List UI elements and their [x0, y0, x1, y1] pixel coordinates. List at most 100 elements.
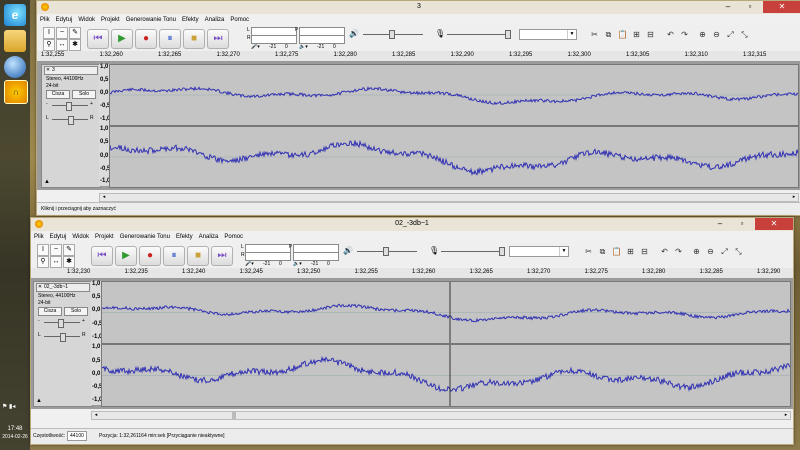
play-meter-right[interactable]	[293, 252, 339, 261]
menu-project[interactable]: Projekt	[92, 232, 117, 242]
mic-meter-icon[interactable]: 🎤▾	[251, 44, 260, 50]
draw-tool-icon[interactable]: ✎	[69, 27, 81, 39]
record-button[interactable]: ●	[135, 29, 157, 49]
menu-analyze[interactable]: Analiza	[196, 232, 222, 242]
menu-file[interactable]: Plik	[31, 232, 47, 242]
menu-file[interactable]: Plik	[37, 15, 53, 25]
zoom-tool-icon[interactable]: ⚲	[43, 39, 55, 51]
timeline-ruler[interactable]: 1:32,230 1:32,235 1:32,240 1:32,245 1:32,250…	[31, 268, 793, 279]
trim-icon[interactable]: ⊞	[625, 246, 636, 257]
fit-project-icon[interactable]: ⤡	[733, 246, 744, 257]
gain-slider-thumb[interactable]	[58, 319, 64, 328]
multi-tool-icon[interactable]: ✱	[63, 256, 75, 268]
speaker-meter-icon[interactable]: 🔈▾	[293, 261, 302, 267]
play-button[interactable]: ▶	[115, 246, 137, 266]
trim-icon[interactable]: ⊞	[631, 29, 642, 40]
scroll-right-icon[interactable]: ▸	[782, 412, 790, 419]
waveform-left-channel[interactable]	[109, 64, 799, 126]
zoom-out-icon[interactable]: ⊖	[705, 246, 716, 257]
track-name-menu[interactable]: ✕ 02_-3db~1	[36, 283, 90, 292]
project-rate-select[interactable]: 44100	[67, 431, 87, 441]
clock-time[interactable]: 17:48	[2, 426, 28, 432]
play-meter-right[interactable]	[299, 35, 345, 44]
undo-icon[interactable]: ↶	[659, 246, 670, 257]
track-close-icon[interactable]: ✕	[45, 67, 51, 74]
maximize-button[interactable]: ▫	[739, 1, 761, 13]
track-close-icon[interactable]: ✕	[37, 284, 43, 291]
speaker-meter-icon[interactable]: 🔈▾	[299, 44, 308, 50]
cut-icon[interactable]: ✂	[583, 246, 594, 257]
minimize-button[interactable]: –	[717, 1, 739, 13]
input-source-select[interactable]: ▼	[509, 246, 569, 257]
pan-slider-thumb[interactable]	[60, 333, 66, 342]
close-button[interactable]: ✕	[763, 1, 800, 13]
scroll-right-icon[interactable]: ▸	[790, 194, 798, 201]
stop-button[interactable]: ■	[187, 246, 209, 266]
envelope-tool-icon[interactable]: ~	[56, 27, 68, 39]
envelope-tool-icon[interactable]: ~	[50, 244, 62, 256]
horizontal-scrollbar[interactable]: ◂ ▸	[91, 411, 791, 420]
draw-tool-icon[interactable]: ✎	[63, 244, 75, 256]
timeshift-tool-icon[interactable]: ↔	[50, 256, 62, 268]
collapse-icon[interactable]: ▲	[36, 398, 42, 404]
close-button[interactable]: ✕	[755, 218, 793, 230]
skip-end-button[interactable]: ⏭	[207, 29, 229, 49]
skip-end-button[interactable]: ⏭	[211, 246, 233, 266]
redo-icon[interactable]: ↷	[679, 29, 690, 40]
waveform-right-channel[interactable]	[101, 344, 791, 407]
waveform-right-channel[interactable]	[109, 126, 799, 188]
record-button[interactable]: ●	[139, 246, 161, 266]
playback-volume-thumb[interactable]	[383, 247, 389, 256]
silence-icon[interactable]: ⊟	[639, 246, 650, 257]
zoom-out-icon[interactable]: ⊖	[711, 29, 722, 40]
timeshift-tool-icon[interactable]: ↔	[56, 39, 68, 51]
input-source-select[interactable]: ▼	[519, 29, 577, 40]
record-volume-slider[interactable]	[447, 34, 507, 35]
silence-icon[interactable]: ⊟	[645, 29, 656, 40]
menu-generate[interactable]: Generowanie Tonu	[117, 232, 173, 242]
stop-button[interactable]: ■	[183, 29, 205, 49]
browser-globe-icon[interactable]	[4, 56, 26, 78]
undo-icon[interactable]: ↶	[665, 29, 676, 40]
titlebar[interactable]: 3 – ▫ ✕	[37, 1, 800, 14]
file-explorer-icon[interactable]	[4, 30, 26, 52]
skip-start-button[interactable]: ⏮	[91, 246, 113, 266]
gain-slider-thumb[interactable]	[66, 102, 72, 111]
menu-view[interactable]: Widok	[75, 15, 98, 25]
record-meter-right[interactable]	[245, 252, 291, 261]
fit-selection-icon[interactable]: ⤢	[719, 246, 730, 257]
paste-icon[interactable]: 📋	[611, 246, 622, 257]
internet-explorer-icon[interactable]: e	[4, 4, 26, 26]
zoom-in-icon[interactable]: ⊕	[691, 246, 702, 257]
playback-volume-thumb[interactable]	[389, 30, 395, 39]
menu-edit[interactable]: Edytuj	[53, 15, 76, 25]
copy-icon[interactable]: ⧉	[597, 246, 608, 257]
mute-button[interactable]: Cisza	[46, 90, 70, 99]
titlebar[interactable]: 02_-3db~1 – ▫ ✕	[31, 218, 793, 231]
skip-start-button[interactable]: ⏮	[87, 29, 109, 49]
record-meter-right[interactable]	[251, 35, 297, 44]
horizontal-scrollbar[interactable]: ◂ ▸	[99, 193, 799, 202]
menu-help[interactable]: Pomoc	[221, 232, 246, 242]
menu-analyze[interactable]: Analiza	[202, 15, 228, 25]
scroll-thumb[interactable]	[232, 412, 236, 419]
paste-icon[interactable]: 📋	[617, 29, 628, 40]
audacity-taskbar-icon[interactable]: ∩	[4, 80, 28, 104]
record-volume-thumb[interactable]	[499, 247, 505, 256]
menu-view[interactable]: Widok	[69, 232, 92, 242]
redo-icon[interactable]: ↷	[673, 246, 684, 257]
track-name-menu[interactable]: ✕ 3	[44, 66, 98, 75]
menu-edit[interactable]: Edytuj	[47, 232, 70, 242]
maximize-button[interactable]: ▫	[731, 218, 753, 230]
fit-project-icon[interactable]: ⤡	[739, 29, 750, 40]
menu-effects[interactable]: Efekty	[179, 15, 202, 25]
pause-button[interactable]: ⏸	[163, 246, 185, 266]
mic-meter-icon[interactable]: 🎤▾	[245, 261, 254, 267]
selection-tool-icon[interactable]: I	[37, 244, 49, 256]
scroll-left-icon[interactable]: ◂	[100, 194, 108, 201]
solo-button[interactable]: Solo	[64, 307, 88, 316]
selection-tool-icon[interactable]: I	[43, 27, 55, 39]
timeline-ruler[interactable]: 1:32,255 1:32,260 1:32,265 1:32,270 1:32,275…	[37, 51, 800, 62]
menu-effects[interactable]: Efekty	[173, 232, 196, 242]
scroll-left-icon[interactable]: ◂	[92, 412, 100, 419]
